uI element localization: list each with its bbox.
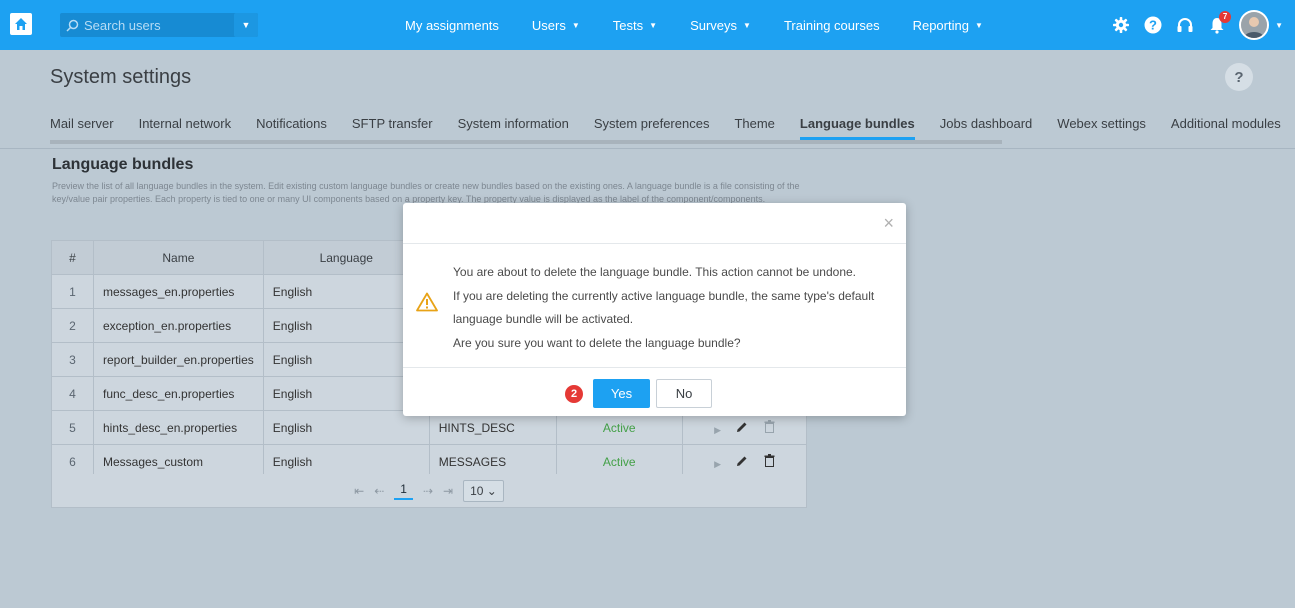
tab-system-preferences[interactable]: System preferences [594,110,710,140]
warning-icon [416,292,438,317]
trash-icon[interactable] [764,419,775,436]
table-pagination: ⇤ ⇠ 1 ⇢ ⇥ 10 ⌄ [51,474,807,508]
trash-icon[interactable] [764,453,775,470]
dialog-message: You are about to delete the language bun… [453,261,874,355]
nav-label: My assignments [405,17,499,33]
nav-label: Reporting [912,17,969,33]
tab-language-bundles[interactable]: Language bundles [799,110,915,140]
play-icon[interactable]: ▶ [714,459,721,469]
next-page-button[interactable]: ⇢ [423,484,433,498]
rows-per-page-value: 10 [470,483,484,498]
row-number: 4 [51,376,94,411]
home-icon [15,18,27,30]
nav-tests[interactable]: Tests ▼ [613,18,657,33]
close-icon[interactable]: × [883,213,894,234]
gear-icon [1113,17,1130,33]
nav-surveys[interactable]: Surveys ▼ [690,18,751,33]
dialog-message-line: language bundle will be activated. [453,312,634,326]
delete-confirmation-dialog: × You are about to delete the language b… [403,203,906,416]
row-number: 5 [51,410,94,445]
nav-label: Training courses [783,17,880,33]
section-title: Language bundles [52,156,194,173]
nav-label: Users [531,17,566,33]
chevron-down-icon: ⌄ [486,483,497,498]
headset-icon [1177,18,1193,32]
main-menu: My assignments Users ▼ Tests ▼ Surveys ▼ Tr… [405,0,1016,50]
tab-sftp-transfer[interactable]: SFTP transfer [352,110,433,140]
prev-page-button[interactable]: ⇠ [374,484,384,498]
settings-tabs: Mail server Internal network Notificatio… [50,110,1295,140]
nav-my-assignments[interactable]: My assignments [405,18,499,33]
nav-training-courses[interactable]: Training courses [784,18,880,33]
nav-icons: ? 7 ▼ [1111,8,1283,42]
settings-button[interactable] [1111,15,1131,35]
column-header-name[interactable]: Name [93,240,264,275]
no-button[interactable]: No [656,379,712,408]
row-number: 3 [51,342,94,377]
avatar-menu-caret[interactable]: ▼ [1275,21,1283,30]
search-users-box: ▼ [60,13,258,37]
avatar[interactable] [1239,10,1270,40]
tab-internal-network[interactable]: Internal network [139,110,232,140]
notifications-button[interactable]: 7 [1207,11,1232,35]
column-header-number[interactable]: # [51,240,94,275]
tab-notifications[interactable]: Notifications [256,110,327,140]
nav-label: Tests [612,17,644,33]
rows-per-page-select[interactable]: 10 ⌄ [463,479,504,502]
help-icon: ? [1144,16,1162,34]
tabs-scroll-track[interactable] [50,140,1002,144]
search-filter-dropdown-button[interactable]: ▼ [234,13,258,37]
tab-additional-modules[interactable]: Additional modules [1171,110,1281,140]
nav-users[interactable]: Users ▼ [532,18,580,33]
bundle-name: hints_desc_en.properties [93,410,264,445]
dialog-header-divider [403,243,906,244]
page-title: System settings [50,66,192,88]
tab-system-information[interactable]: System information [458,110,569,140]
top-navigation-bar: ▼ My assignments Users ▼ Tests ▼ Surveys ▼ … [0,0,1295,50]
bundle-name: messages_en.properties [93,274,264,309]
row-number: 1 [51,274,94,309]
bundle-name: exception_en.properties [93,308,264,343]
home-button[interactable] [10,13,32,35]
header-divider [0,148,1295,149]
current-page-number[interactable]: 1 [394,482,413,500]
first-page-button[interactable]: ⇤ [354,484,364,498]
dialog-message-line: If you are deleting the currently active… [453,288,875,303]
dialog-message-line: Are you sure you want to delete the lang… [453,335,741,350]
tab-mail-server[interactable]: Mail server [50,110,114,140]
help-button[interactable]: ? [1143,15,1163,35]
user-avatar-image [1241,12,1268,38]
nav-reporting[interactable]: Reporting ▼ [913,18,983,33]
step-badge: 2 [565,385,583,403]
yes-button[interactable]: Yes [593,379,650,408]
edit-icon[interactable] [736,455,748,470]
bundle-name: func_desc_en.properties [93,376,264,411]
chevron-down-icon: ▼ [649,20,658,30]
tab-webex-settings[interactable]: Webex settings [1057,110,1146,140]
dialog-footer-divider [403,367,906,368]
search-icon [60,19,84,32]
tab-jobs-dashboard[interactable]: Jobs dashboard [940,110,1033,140]
edit-icon[interactable] [736,421,748,436]
nav-label: Surveys [690,17,738,33]
notification-count-badge: 7 [1219,11,1232,23]
page-help-button[interactable]: ? [1225,63,1253,91]
svg-text:?: ? [1149,18,1157,33]
search-users-input[interactable] [84,17,224,33]
tab-theme[interactable]: Theme [734,110,774,140]
support-button[interactable] [1175,15,1195,35]
chevron-down-icon: ▼ [974,20,983,30]
last-page-button[interactable]: ⇥ [443,484,453,498]
chevron-down-icon: ▼ [743,20,751,30]
row-number: 2 [51,308,94,343]
bundle-name: report_builder_en.properties [93,342,264,377]
dialog-message-line: You are about to delete the language bun… [453,265,856,279]
chevron-down-icon: ▼ [571,20,580,30]
play-icon[interactable]: ▶ [714,425,721,435]
